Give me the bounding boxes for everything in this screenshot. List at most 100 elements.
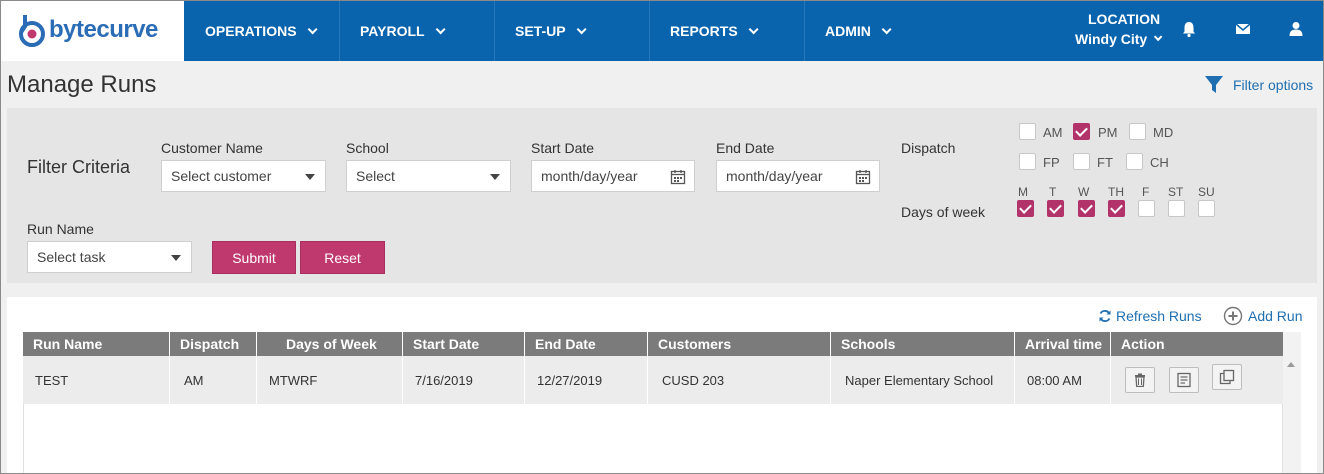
filter-options-button[interactable]: Filter options (1204, 75, 1313, 95)
dispatch-md-checkbox[interactable] (1129, 123, 1146, 140)
end-date-input[interactable]: month/day/year (716, 160, 880, 192)
cell-arrival-time: 08:00 AM (1015, 356, 1111, 404)
nav-label: ADMIN (825, 23, 871, 39)
trash-icon (1135, 373, 1145, 387)
column-header[interactable]: Dispatch (170, 332, 257, 356)
dispatch-ch-checkbox[interactable] (1126, 153, 1143, 170)
calendar-icon[interactable] (855, 169, 871, 185)
day-m-label: M (1018, 185, 1028, 199)
column-header[interactable]: Schools (831, 332, 1015, 356)
chevron-down-icon (435, 23, 446, 34)
customer-select[interactable]: Select customer (161, 160, 326, 192)
filter-panel: Filter Criteria Customer Name Select cus… (7, 108, 1317, 283)
dispatch-label: Dispatch (901, 140, 956, 156)
calendar-icon[interactable] (670, 169, 686, 185)
dispatch-pm-label: PM (1098, 125, 1118, 140)
dispatch-fp-checkbox[interactable] (1019, 153, 1036, 170)
cell-schools: Naper Elementary School (831, 356, 1015, 404)
column-header[interactable]: Run Name (23, 332, 170, 356)
column-header[interactable]: End Date (525, 332, 648, 356)
envelope-icon[interactable] (1234, 20, 1252, 38)
cell-run-name: TEST (23, 356, 170, 404)
start-date-placeholder: month/day/year (541, 168, 638, 184)
day-m-checkbox[interactable] (1017, 200, 1034, 217)
start-date-label: Start Date (531, 140, 595, 156)
nav-label: OPERATIONS (205, 23, 297, 39)
start-date-input[interactable]: month/day/year (531, 160, 695, 192)
reset-button[interactable]: Reset (300, 241, 385, 274)
day-su-label: SU (1198, 185, 1215, 199)
copy-run-button[interactable] (1212, 364, 1242, 390)
column-header[interactable]: Start Date (403, 332, 525, 356)
delete-run-button[interactable] (1125, 367, 1155, 393)
table-scrollbar[interactable] (1283, 332, 1301, 473)
dispatch-am-checkbox[interactable] (1019, 123, 1036, 140)
add-run-button[interactable]: Add Run (1223, 306, 1302, 326)
caret-down-icon (305, 174, 315, 180)
school-select[interactable]: Select (346, 160, 511, 192)
column-header[interactable]: Customers (648, 332, 831, 356)
bell-icon[interactable] (1180, 20, 1198, 38)
cell-days: MTWRF (257, 356, 403, 404)
dispatch-pm-checkbox[interactable] (1073, 123, 1090, 140)
nav-label: PAYROLL (360, 23, 425, 39)
day-th-checkbox[interactable] (1108, 200, 1125, 217)
day-st-checkbox[interactable] (1168, 200, 1185, 217)
plus-circle-icon (1223, 306, 1243, 326)
nav-label: REPORTS (670, 23, 738, 39)
filter-criteria-title: Filter Criteria (27, 157, 131, 177)
end-date-label: End Date (716, 140, 775, 156)
scroll-up-arrow-icon[interactable] (1287, 362, 1295, 367)
chevron-down-icon (1154, 32, 1163, 42)
run-name-label: Run Name (27, 221, 94, 237)
nav-reports[interactable]: REPORTS (650, 1, 805, 61)
caret-down-icon (490, 174, 500, 180)
dispatch-md-label: MD (1153, 125, 1174, 140)
nav-admin[interactable]: ADMIN (805, 1, 960, 61)
cell-dispatch: AM (170, 356, 257, 404)
day-f-label: F (1142, 185, 1150, 199)
end-date-placeholder: month/day/year (726, 168, 823, 184)
table-row[interactable]: TEST AM MTWRF 7/16/2019 12/27/2019 CUSD … (23, 356, 1283, 404)
user-icon[interactable] (1287, 20, 1305, 38)
nav-operations[interactable]: OPERATIONS (185, 1, 340, 61)
day-t-checkbox[interactable] (1047, 200, 1064, 217)
dispatch-ft-checkbox[interactable] (1073, 153, 1090, 170)
run-name-select[interactable]: Select task (27, 241, 192, 273)
school-label: School (346, 140, 389, 156)
day-f-checkbox[interactable] (1138, 200, 1155, 217)
caret-down-icon (171, 255, 181, 261)
chevron-down-icon (307, 23, 318, 34)
day-su-checkbox[interactable] (1198, 200, 1215, 217)
location-label: LOCATION (1088, 11, 1161, 27)
nav-payroll[interactable]: PAYROLL (340, 1, 495, 61)
day-w-checkbox[interactable] (1078, 200, 1095, 217)
dispatch-ch-label: CH (1150, 155, 1169, 170)
days-of-week-label: Days of week (901, 204, 986, 220)
brand-name: bytecurve (49, 16, 158, 43)
table-header: Run Name Dispatch Days of Week Start Dat… (23, 332, 1283, 356)
column-header[interactable]: Days of Week (257, 332, 403, 356)
brand-logo[interactable]: bytecurve (1, 1, 184, 61)
day-t-label: T (1049, 185, 1057, 199)
customer-name-label: Customer Name (161, 140, 263, 156)
document-edit-icon (1177, 372, 1191, 388)
edit-run-button[interactable] (1169, 367, 1199, 393)
submit-button[interactable]: Submit (212, 241, 296, 274)
add-run-label: Add Run (1248, 308, 1303, 324)
nav-setup[interactable]: SET-UP (495, 1, 650, 61)
column-header[interactable]: Arrival time (1015, 332, 1111, 356)
cell-customers: CUSD 203 (648, 356, 831, 404)
dispatch-am-label: AM (1043, 125, 1063, 140)
location-selector[interactable]: Windy City (1075, 31, 1163, 47)
cell-start-date: 7/16/2019 (403, 356, 525, 404)
chevron-down-icon (576, 23, 587, 34)
dispatch-ft-label: FT (1097, 155, 1113, 170)
refresh-runs-button[interactable]: Refresh Runs (1098, 308, 1202, 324)
column-header: Action (1121, 336, 1165, 352)
day-st-label: ST (1168, 185, 1184, 199)
copy-icon (1219, 369, 1235, 385)
cell-end-date: 12/27/2019 (525, 356, 648, 404)
day-th-label: TH (1108, 185, 1124, 199)
filter-options-label: Filter options (1233, 77, 1314, 93)
